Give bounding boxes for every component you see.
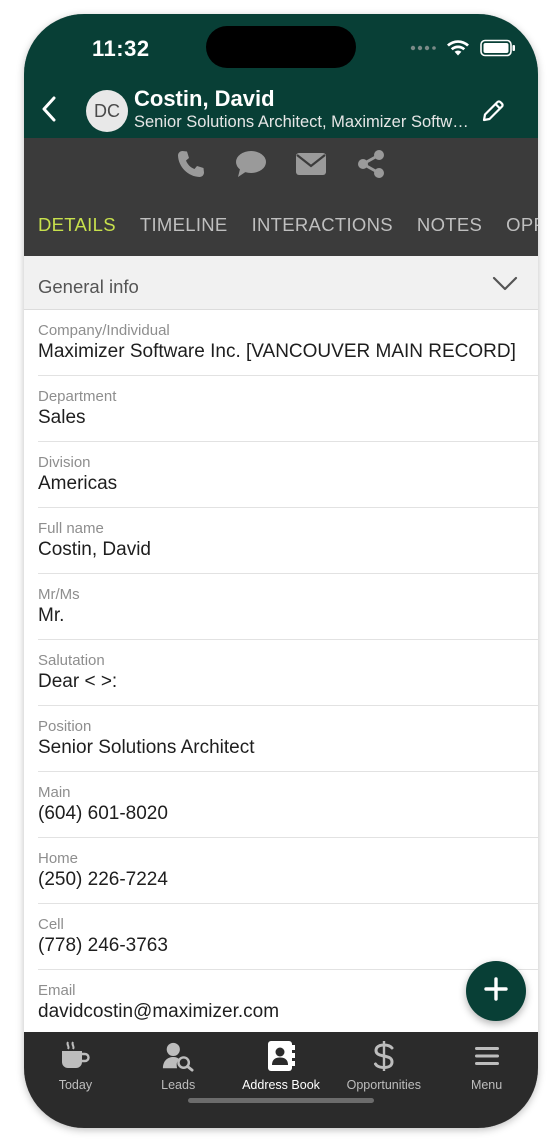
tab-interactions[interactable]: INTERACTIONS — [240, 206, 405, 246]
nav-label: Leads — [161, 1078, 196, 1092]
call-button[interactable] — [175, 150, 207, 182]
field-label: Main — [38, 784, 71, 801]
address-book-icon — [265, 1040, 297, 1072]
nav-leads[interactable]: Leads — [127, 1040, 230, 1092]
field-value: (604) 601-8020 — [38, 803, 168, 824]
field-salutation: Salutation Dear < >: — [24, 640, 538, 706]
field-list: Company/Individual Maximizer Software In… — [24, 310, 538, 1036]
message-button[interactable] — [235, 150, 267, 182]
app-header: 11:32 DC Costin, David Senior Solutions … — [24, 14, 538, 138]
tab-notes[interactable]: NOTES — [405, 206, 494, 246]
status-time: 11:32 — [92, 36, 150, 61]
dollar-icon — [368, 1040, 400, 1072]
field-email[interactable]: Email davidcostin@maximizer.com — [24, 970, 538, 1036]
add-button[interactable] — [466, 961, 526, 1021]
phone-frame: 11:32 DC Costin, David Senior Solutions … — [24, 14, 538, 1128]
field-label: Home — [38, 850, 79, 867]
tab-bar: DETAILS TIMELINE INTERACTIONS NOTES OPPO — [24, 206, 538, 246]
avatar: DC — [86, 90, 128, 132]
nav-opportunities[interactable]: Opportunities — [332, 1040, 435, 1092]
coffee-cup-icon — [59, 1040, 91, 1072]
bottom-nav: Today Leads Address Book Opportunities M… — [24, 1032, 538, 1128]
field-mr-ms: Mr/Ms Mr. — [24, 574, 538, 640]
leads-search-icon — [162, 1040, 194, 1072]
chat-icon — [235, 149, 267, 184]
contact-name: Costin, David — [134, 86, 275, 111]
screen: 11:32 DC Costin, David Senior Solutions … — [24, 14, 538, 1128]
field-label: Position — [38, 718, 92, 735]
nav-menu[interactable]: Menu — [435, 1040, 538, 1092]
field-value: Maximizer Software Inc. [VANCOUVER MAIN … — [38, 341, 516, 362]
field-home-phone[interactable]: Home (250) 226-7224 — [24, 838, 538, 904]
field-value: davidcostin@maximizer.com — [38, 1001, 280, 1022]
share-button[interactable] — [355, 149, 387, 184]
field-cell-phone[interactable]: Cell (778) 246-3763 — [24, 904, 538, 970]
nav-label: Menu — [470, 1078, 503, 1092]
email-button[interactable] — [295, 150, 327, 182]
field-label: Full name — [38, 520, 104, 537]
plus-icon — [484, 976, 508, 1006]
field-label: Department — [38, 388, 117, 405]
field-value: Senior Solutions Architect — [38, 737, 255, 758]
tab-details[interactable]: DETAILS — [24, 206, 128, 246]
nav-address-book[interactable]: Address Book — [230, 1040, 333, 1092]
back-button[interactable] — [34, 94, 64, 128]
field-position: Position Senior Solutions Architect — [24, 706, 538, 772]
field-label: Salutation — [38, 652, 105, 669]
field-value: Sales — [38, 407, 86, 428]
field-value: Mr. — [38, 605, 65, 626]
email-icon — [295, 151, 327, 182]
nav-label: Address Book — [242, 1078, 320, 1092]
nav-items: Today Leads Address Book Opportunities M… — [24, 1040, 538, 1092]
dynamic-island — [206, 26, 356, 68]
nav-label: Today — [58, 1078, 93, 1092]
field-value: (250) 226-7224 — [38, 869, 168, 890]
nav-label: Opportunities — [346, 1078, 421, 1092]
section-title: General info — [38, 276, 139, 297]
pencil-icon — [480, 98, 506, 129]
cellular-dots-icon — [410, 44, 436, 52]
back-arrow-icon — [41, 96, 57, 127]
edit-button[interactable] — [478, 98, 508, 128]
field-company: Company/Individual Maximizer Software In… — [24, 310, 538, 376]
field-value: Costin, David — [38, 539, 151, 560]
status-icons — [410, 36, 516, 60]
share-icon — [356, 149, 386, 184]
nav-today[interactable]: Today — [24, 1040, 127, 1092]
home-indicator — [188, 1098, 374, 1103]
field-label: Division — [38, 454, 91, 471]
tab-timeline[interactable]: TIMELINE — [128, 206, 240, 246]
field-full-name: Full name Costin, David — [24, 508, 538, 574]
quick-actions — [24, 149, 538, 184]
field-value: (778) 246-3763 — [38, 935, 168, 956]
hamburger-menu-icon — [471, 1040, 503, 1072]
field-value: Americas — [38, 473, 118, 494]
chevron-down-icon — [492, 276, 518, 292]
tab-opportunities[interactable]: OPPO — [494, 206, 538, 246]
field-label: Email — [38, 982, 76, 999]
field-division: Division Americas — [24, 442, 538, 508]
field-value: Dear < >: — [38, 671, 118, 692]
contact-subtitle: Senior Solutions Architect, Maximizer So… — [134, 113, 469, 131]
wifi-icon — [446, 39, 470, 57]
battery-icon — [480, 39, 516, 57]
action-bar: DETAILS TIMELINE INTERACTIONS NOTES OPPO — [24, 138, 538, 256]
general-info-header[interactable]: General info — [24, 256, 538, 310]
field-main-phone[interactable]: Main (604) 601-8020 — [24, 772, 538, 838]
field-department: Department Sales — [24, 376, 538, 442]
field-label: Company/Individual — [38, 322, 170, 339]
phone-icon — [176, 149, 206, 184]
field-label: Mr/Ms — [38, 586, 80, 603]
field-label: Cell — [38, 916, 64, 933]
